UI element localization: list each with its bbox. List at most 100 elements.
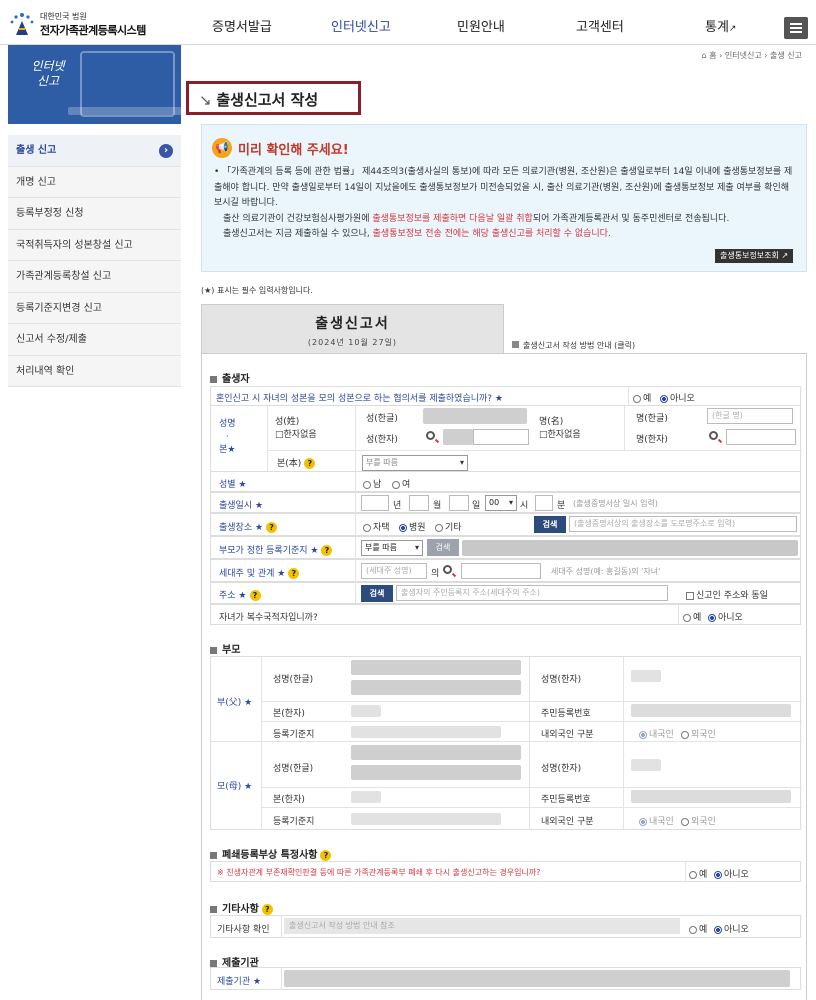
sidebar-item-naturalized-surname[interactable]: 국적취득자의 성본창설 신고 <box>8 229 181 261</box>
redacted-value <box>631 704 791 717</box>
sidebar-item-correction[interactable]: 등록부정정 신청 <box>8 198 181 230</box>
notice-paragraph-3: 출생신고서는 지금 제출하실 수 있으나, 출생통보정보 전송 전에는 해당 출… <box>214 227 800 243</box>
agreement-no-radio[interactable]: 아니오 <box>660 391 695 404</box>
redacted-value <box>351 680 521 695</box>
logo-subtitle: 대한민국 법원 <box>40 12 87 21</box>
home-label: 자택 <box>373 523 390 533</box>
given-hangul-input[interactable]: (한글 명) <box>707 408 793 424</box>
breadcrumb-home[interactable]: 홈 <box>709 51 716 60</box>
required-note: (★) 표시는 필수 입력사항입니다. <box>201 286 313 295</box>
mother-bon-label: 본(한자) <box>273 795 305 805</box>
registry-base-search-button[interactable]: 검색 <box>427 539 459 556</box>
given-no-hanja-checkbox[interactable]: □한자없음 <box>539 427 581 440</box>
birth-place-label-text: 출생장소 ★ <box>219 523 264 533</box>
breadcrumb: ⌂ 홈 › 인터넷신고 › 출생 신고 <box>701 51 802 60</box>
registry-base-label: 부모가 정한 등록기준지 ★? <box>219 543 333 556</box>
section-bullet-icon <box>210 646 217 654</box>
birth-place-search-button[interactable]: 검색 <box>534 516 566 533</box>
other-yes-radio[interactable]: 예 <box>689 922 707 935</box>
section-banner: 인터넷 신고 <box>8 45 181 124</box>
registry-base-select[interactable]: 부를 따름 <box>361 540 423 556</box>
multi-nationality-row: 자녀가 복수국적자입니까? 예 아니오 <box>210 604 801 625</box>
submit-office-input[interactable] <box>284 970 790 987</box>
sidebar-item-name-change[interactable]: 개명 신고 <box>8 166 181 198</box>
help-icon[interactable]: ? <box>321 545 333 556</box>
bon-select[interactable]: 부를 따름 <box>362 455 468 471</box>
form-guide-link[interactable]: 출생신고서 작성 방법 안내 (클릭) <box>512 340 635 351</box>
birth-notice-lookup-button[interactable]: 출생통보정보조회 ↗ <box>715 249 794 263</box>
redacted-value <box>351 791 381 803</box>
birth-month-input[interactable] <box>409 495 429 511</box>
sidebar-item-base-change[interactable]: 등록기준지변경 신고 <box>8 292 181 324</box>
surname-hangul-input[interactable] <box>423 408 527 424</box>
birth-place-input[interactable]: (출생증명서상의 출생장소를 도로명주소로 입력) <box>569 516 797 532</box>
mother-korean-radio: 내국인 <box>639 814 674 827</box>
given-hangul-label: 명(한글) <box>636 414 668 424</box>
site-logo[interactable]: 대한민국 법원 전자가족관계등록시스템 <box>8 9 178 37</box>
female-label: 여 <box>402 480 411 490</box>
birth-year-input[interactable] <box>361 495 389 511</box>
section-parents-title: 부모 <box>222 645 241 656</box>
birth-place-etc-radio[interactable]: 기타 <box>435 520 462 533</box>
hour-unit: 시 <box>520 501 529 511</box>
help-icon[interactable]: ? <box>320 849 332 861</box>
address-input[interactable]: 출생자의 주민등록지 주소(세대주의 주소) <box>396 585 668 601</box>
sex-female-radio[interactable]: 여 <box>392 477 410 490</box>
notice-text-2b: 출생통보정보를 제출하면 다음날 일괄 취합 <box>372 213 533 224</box>
notice-body: • 「가족관계의 등록 등에 관한 법률」 제44조의3(출생사실의 통보)에 … <box>214 165 800 243</box>
redacted-value <box>351 726 501 738</box>
top-header: 대한민국 법원 전자가족관계등록시스템 증명서발급 인터넷신고 민원안내 고객센… <box>0 0 816 45</box>
radio-checked-icon <box>714 925 722 934</box>
birth-minute-input[interactable] <box>535 495 553 511</box>
section-closed-title: 폐쇄등록부상 특정사항 <box>222 850 318 861</box>
birth-day-input[interactable] <box>449 495 469 511</box>
sidebar-item-history[interactable]: 처리내역 확인 <box>8 355 181 387</box>
birth-place-hospital-radio[interactable]: 병원 <box>399 520 426 533</box>
search-icon[interactable] <box>443 565 452 574</box>
other-no-radio[interactable]: 아니오 <box>714 922 749 935</box>
sidebar-item-edit-submit[interactable]: 신고서 수정/제출 <box>8 324 181 356</box>
breadcrumb-level1[interactable]: 인터넷신고 <box>725 51 762 60</box>
closed-no-radio[interactable]: 아니오 <box>714 867 749 880</box>
sidebar-item-registry-creation[interactable]: 가족관계등록창설 신고 <box>8 261 181 293</box>
birth-place-home-radio[interactable]: 자택 <box>363 520 390 533</box>
parents-table: 부(父) ★ 모(母) ★ 성명(한글) 성명(한자) 본(한자) 주민등록번호… <box>210 656 802 830</box>
mother-label: 모(母) ★ <box>217 782 253 792</box>
chevron-right-icon: › <box>159 144 173 158</box>
notice-button-label: 출생통보정보조회 <box>720 251 779 260</box>
nav-internet-report[interactable]: 인터넷신고 <box>331 0 391 45</box>
help-icon[interactable]: ? <box>304 458 316 469</box>
help-icon[interactable]: ? <box>288 568 300 579</box>
address-label-text: 주소 ★ <box>219 591 247 601</box>
radio-checked-icon <box>714 870 722 879</box>
relation-code-input[interactable] <box>461 563 541 579</box>
nav-civil-guide[interactable]: 민원안내 <box>457 0 505 45</box>
search-icon[interactable] <box>426 431 435 440</box>
nav-statistics[interactable]: 통계↗ <box>705 0 736 45</box>
sex-male-radio[interactable]: 남 <box>363 477 381 490</box>
section-child-title: 출생자 <box>222 374 250 385</box>
hamburger-menu-button[interactable] <box>784 17 808 39</box>
help-icon[interactable]: ? <box>249 590 261 601</box>
help-icon[interactable]: ? <box>261 903 273 915</box>
given-hanja-input[interactable] <box>726 429 796 445</box>
multi-nat-yes-radio[interactable]: 예 <box>683 610 701 623</box>
birth-hour-select[interactable]: 00 <box>485 495 517 511</box>
search-icon[interactable] <box>709 431 718 440</box>
nav-certificates[interactable]: 증명서발급 <box>212 0 272 45</box>
closed-yes-radio[interactable]: 예 <box>689 867 707 880</box>
address-search-button[interactable]: 검색 <box>361 585 393 602</box>
radio-icon <box>689 925 697 934</box>
other-input[interactable]: 출생신고서 작성 방법 안내 참조 <box>284 918 680 934</box>
etc-label: 기타 <box>445 523 462 533</box>
agreement-yes-radio[interactable]: 예 <box>633 391 651 404</box>
sidebar-item-birth-report[interactable]: 출생 신고 › <box>8 135 181 167</box>
household-name-input[interactable]: (세대주 성명) <box>361 563 427 579</box>
section-bullet-icon <box>210 959 217 967</box>
help-icon[interactable]: ? <box>266 522 278 533</box>
nav-customer-center[interactable]: 고객센터 <box>576 0 624 45</box>
same-address-checkbox[interactable]: 신고인 주소와 동일 <box>686 588 768 601</box>
surname-no-hanja-checkbox[interactable]: □한자없음 <box>275 427 317 440</box>
multi-nat-no-radio[interactable]: 아니오 <box>708 610 743 623</box>
surname-hanja-input[interactable] <box>473 429 529 445</box>
